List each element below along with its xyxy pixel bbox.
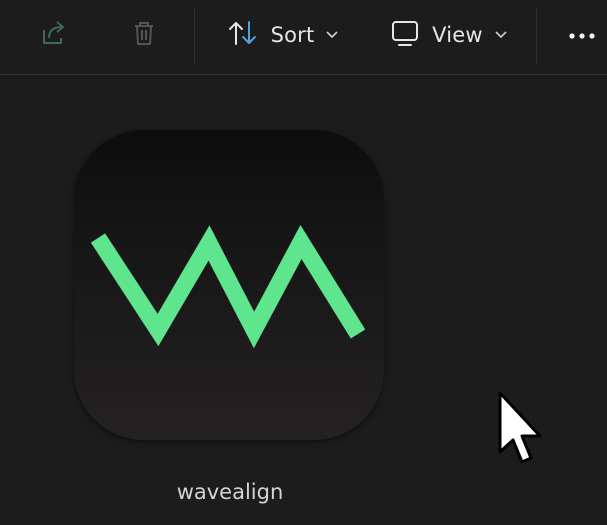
file-name-label: wavealign	[176, 480, 284, 504]
wavealign-app-icon	[74, 130, 384, 440]
toolbar-separator	[194, 8, 195, 64]
mouse-pointer-icon	[497, 390, 547, 470]
command-bar: Sort View	[0, 0, 607, 75]
share-button[interactable]	[28, 10, 80, 60]
ellipsis-icon	[567, 26, 597, 45]
chevron-down-icon	[495, 31, 507, 39]
view-button[interactable]: View	[386, 10, 511, 60]
toolbar-separator	[536, 8, 537, 64]
delete-button[interactable]	[118, 10, 170, 60]
more-options-button[interactable]	[556, 10, 607, 60]
sort-icon	[227, 18, 259, 52]
file-item[interactable]: wavealign	[60, 116, 400, 516]
share-icon	[39, 18, 69, 52]
sort-label: Sort	[270, 23, 315, 47]
sort-button[interactable]: Sort	[220, 10, 345, 60]
trash-icon	[129, 18, 159, 52]
chevron-down-icon	[326, 31, 338, 39]
monitor-icon	[390, 18, 420, 52]
view-label: View	[432, 23, 483, 47]
